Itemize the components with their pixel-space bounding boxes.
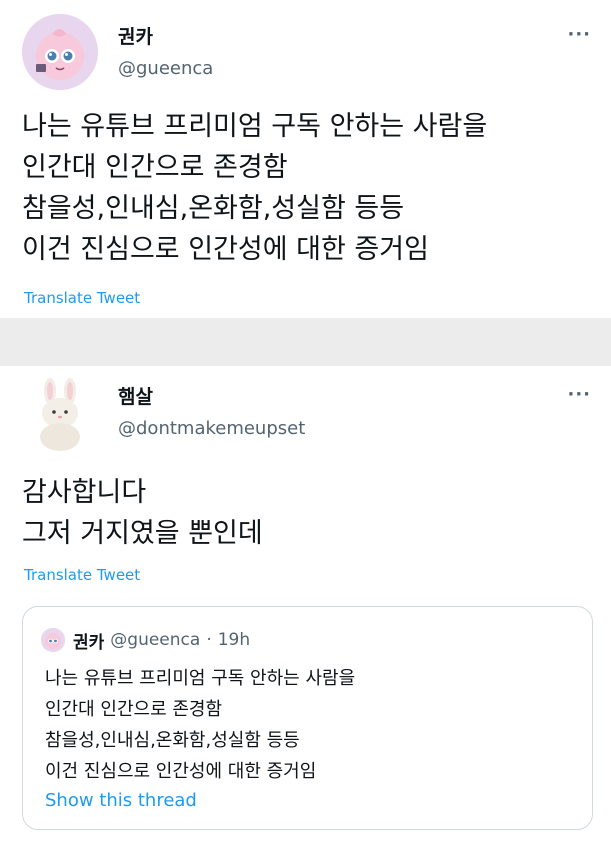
translate-tweet-link[interactable]: Translate Tweet <box>24 566 140 584</box>
translate-tweet-link[interactable]: Translate Tweet <box>24 289 140 307</box>
show-thread-link[interactable]: Show this thread <box>45 790 197 811</box>
author-handle[interactable]: @gueenca <box>118 58 213 79</box>
author-handle[interactable]: @dontmakemeupset <box>118 418 305 439</box>
quoted-tweet-header: 권카 @gueenca · 19h <box>41 627 250 653</box>
jigglypuff-avatar-icon[interactable] <box>22 14 98 90</box>
tweet-2[interactable]: 햄살 @dontmakemeupset ··· 감사합니다 그저 거지였을 뿐인… <box>0 366 611 858</box>
more-options-icon[interactable]: ··· <box>567 24 591 45</box>
quoted-author-name: 권카 <box>73 632 105 653</box>
tweet-1[interactable]: 권카 @gueenca ··· 나는 유튜브 프리미엄 구독 안하는 사람을 인… <box>0 0 611 318</box>
jigglypuff-avatar-icon <box>41 628 65 652</box>
quoted-author-handle: @gueenca <box>110 630 201 650</box>
author-name[interactable]: 권카 <box>118 22 153 49</box>
author-name[interactable]: 햄살 <box>118 382 153 409</box>
tweet-text: 감사합니다 그저 거지였을 뿐인데 <box>22 477 263 549</box>
quoted-tweet[interactable]: 권카 @gueenca · 19h 나는 유튜브 프리미엄 구독 안하는 사람을… <box>22 606 593 830</box>
quoted-tweet-text: 나는 유튜브 프리미엄 구독 안하는 사람을 인간대 인간으로 존경함 참을성,… <box>45 668 356 782</box>
more-options-icon[interactable]: ··· <box>567 384 591 405</box>
bunny-plush-avatar-icon[interactable] <box>22 375 98 451</box>
separator-dot: · <box>206 630 212 650</box>
tweet-text: 나는 유튜브 프리미엄 구독 안하는 사람을 인간대 인간으로 존경함 참을성,… <box>22 111 488 265</box>
quoted-timestamp: 19h <box>217 630 251 650</box>
